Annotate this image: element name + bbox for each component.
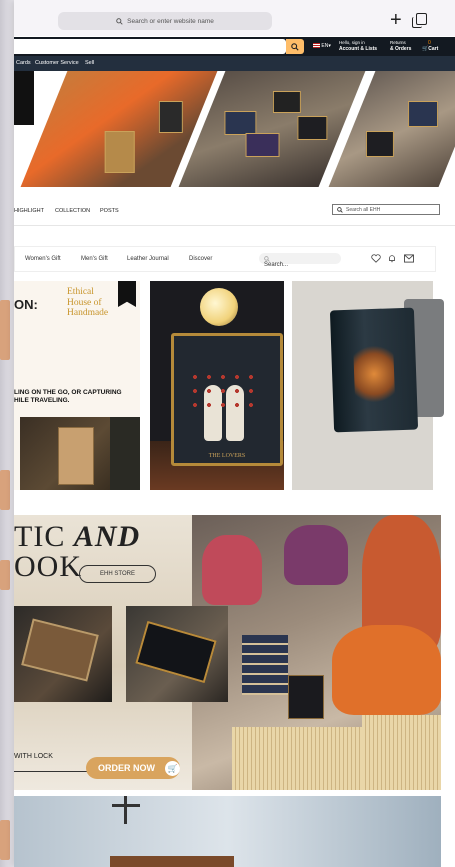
menu-item-discover[interactable]: Discover (189, 256, 212, 262)
logo-line-2: House of (67, 297, 102, 308)
returns-label: Returns (390, 40, 406, 45)
store-menu-bar: Women's Gift Men's Gift Leather Journal … (14, 246, 436, 272)
brand-badge-icon (118, 281, 136, 307)
menu-item-mens-gift[interactable]: Men's Gift (81, 256, 108, 262)
orders-label: & Orders (390, 46, 412, 52)
amazon-subnav: Cards Customer Service Sell (14, 56, 455, 71)
order-now-label: ORDER NOW (98, 763, 155, 773)
store-search-input[interactable]: Search all EHH (332, 204, 440, 215)
amazon-search-input[interactable] (14, 39, 286, 54)
new-tab-plus-icon[interactable]: + (390, 10, 402, 30)
browser-toolbar: Search or enter website name + (14, 0, 455, 36)
store-nav-collection[interactable]: COLLECTION (55, 208, 90, 214)
account-greeting: Hello, sign in (339, 40, 365, 45)
us-flag-icon (313, 43, 320, 49)
cross-decor (124, 796, 127, 824)
returns-orders-link[interactable]: Returns & Orders (390, 40, 411, 52)
heart-icon[interactable] (371, 254, 381, 263)
menu-item-womens-gift[interactable]: Women's Gift (25, 256, 61, 262)
tarot-card-label: THE LOVERS (208, 453, 246, 459)
with-lock-text: WITH LOCK (14, 753, 53, 760)
bell-icon[interactable] (387, 254, 397, 263)
search-icon (264, 255, 270, 262)
cart-label: Cart (428, 46, 439, 52)
divider (14, 225, 455, 226)
tile-headline: ON: (14, 297, 38, 312)
account-lists-label: Account & Lists (339, 46, 378, 52)
title-line-2: OOK (14, 550, 82, 583)
title-part-2: AND (73, 520, 141, 553)
search-icon (291, 42, 299, 51)
search-icon (116, 17, 123, 25)
mail-icon[interactable] (403, 254, 415, 263)
store-hero-banner (14, 71, 455, 187)
cart-icon: 🛒 (165, 760, 180, 776)
leather-skeleton-journal (329, 307, 419, 433)
title-part-1: TIC (14, 520, 74, 553)
subnav-item-customer-service[interactable]: Customer Service (35, 60, 79, 66)
cart-button[interactable]: 0 🛒Cart (422, 40, 438, 52)
order-now-button[interactable]: ORDER NOW 🛒 (86, 757, 180, 779)
menu-search-placeholder: Search... (264, 262, 289, 268)
menu-search-input[interactable]: Search... (259, 253, 341, 268)
menu-item-leather-journal[interactable]: Leather Journal (127, 256, 169, 262)
logo-line-3: Handmade (67, 308, 109, 318)
journal-top-photo (110, 856, 234, 867)
journal-on-shelf-photo (20, 417, 140, 490)
language-selector[interactable]: EN▾ (313, 43, 331, 49)
account-menu[interactable]: Hello, sign in Account & Lists (339, 40, 377, 52)
black-journal-photo (126, 606, 228, 702)
subnav-item-cards[interactable]: Cards (16, 60, 31, 66)
address-placeholder: Search or enter website name (127, 17, 214, 25)
amazon-search-button[interactable] (286, 39, 304, 54)
promo-tile-ethical-house[interactable]: ON: Ethical House of Handmade LING ON TH… (14, 281, 140, 490)
ethical-house-of-handmade-logo: Ethical House of Handmade (67, 287, 108, 319)
amazon-header: EN▾ Hello, sign in Account & Lists Retur… (14, 37, 455, 56)
store-nav-posts[interactable]: POSTS (100, 208, 119, 214)
tabs-overview-icon[interactable] (412, 13, 427, 28)
vintage-journal-photo (14, 606, 112, 702)
search-icon (337, 206, 343, 213)
dropdown-caret-icon: ▾ (328, 43, 331, 49)
address-bar[interactable]: Search or enter website name (58, 12, 272, 30)
logo-line-1: Ethical (67, 287, 94, 297)
caption-line-1: LING ON THE GO, OR CAPTURING (14, 389, 122, 396)
subnav-item-sell[interactable]: Sell (85, 60, 94, 66)
lovers-tarot-journal: THE LOVERS (171, 333, 283, 466)
cross-decor (112, 804, 140, 807)
bottom-banner-photo (14, 796, 441, 867)
promo-photo-women-crafting (192, 515, 441, 790)
store-search-placeholder: Search all EHH (346, 206, 381, 213)
moon-illustration (200, 288, 238, 326)
promo-banner-order-now: TIC AND OOK EHH STORE WITH LOCK ORDER NO… (14, 515, 441, 790)
caption-line-2: HILE TRAVELING. (14, 397, 70, 404)
browser-window: Search or enter website name + EN▾ Hello… (14, 0, 455, 867)
store-nav-highlight[interactable]: HIGHLIGHT (14, 208, 44, 214)
store-logo[interactable] (14, 71, 34, 125)
divider (14, 771, 94, 772)
tile-caption: LING ON THE GO, OR CAPTURING HILE TRAVEL… (14, 389, 122, 405)
ehh-store-button[interactable]: EHH STORE (79, 565, 156, 583)
